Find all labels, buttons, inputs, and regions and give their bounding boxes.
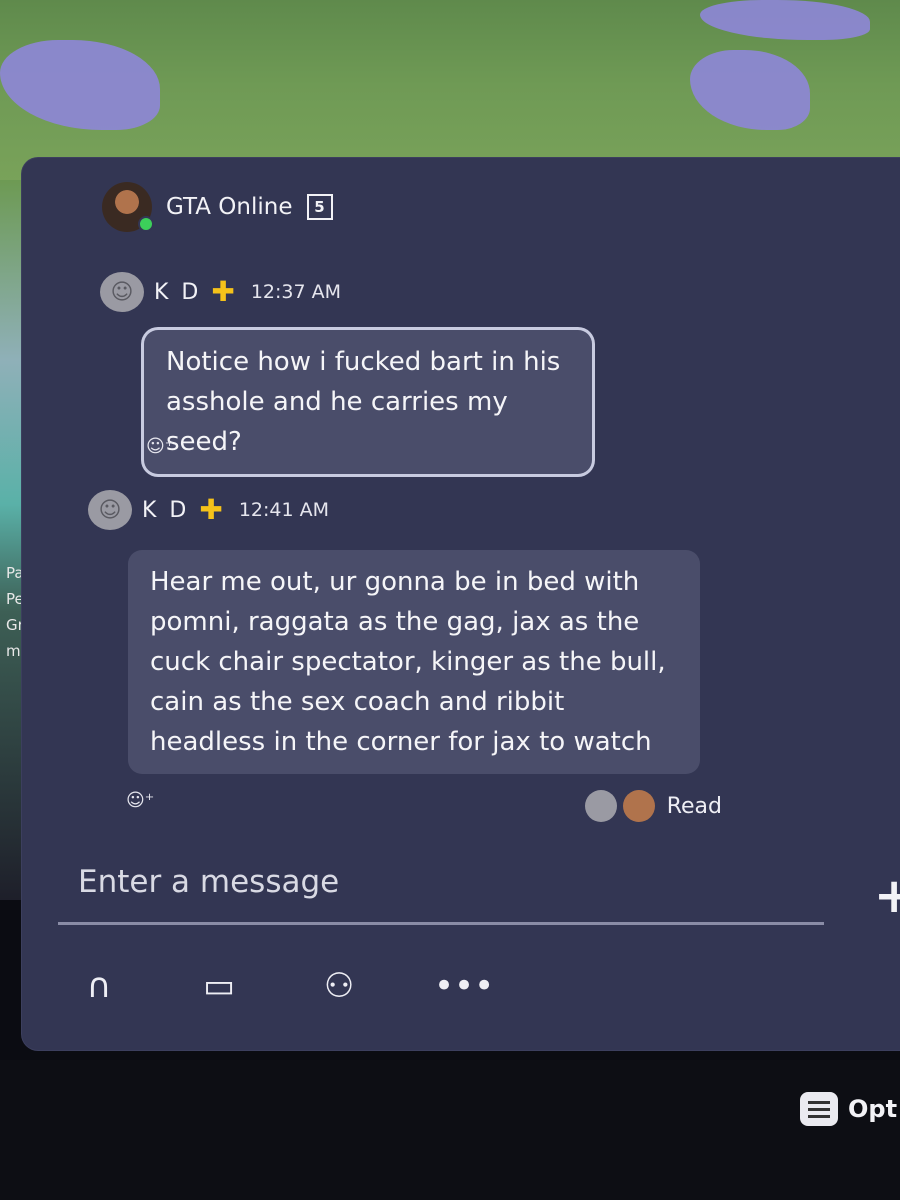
chat-panel: GTA Online 5 ☺ K D ✚ 12:37 AM Notice how… <box>22 158 900 1050</box>
message-input[interactable] <box>58 858 824 906</box>
options-button-icon <box>800 1092 838 1126</box>
message-bubble-wrap: Notice how i fucked bart in his asshole … <box>144 330 592 474</box>
more-icon[interactable]: ••• <box>434 966 494 1006</box>
group-title[interactable]: GTA Online <box>166 194 293 220</box>
message-time: 12:41 AM <box>238 499 330 521</box>
user-avatar[interactable]: ☺ <box>88 490 132 530</box>
options-label: Opt <box>848 1095 898 1123</box>
message-header: ☺ K D ✚ 12:41 AM <box>88 490 329 530</box>
read-label: Read <box>666 793 722 819</box>
chat-toolbar: ∩ ▭ ⚇ ••• <box>74 966 495 1006</box>
chat-message: ☺ K D ✚ 12:41 AM <box>88 490 329 530</box>
attach-button[interactable]: + <box>874 868 900 924</box>
share-screen-icon[interactable]: ▭ <box>194 966 244 1006</box>
user-avatar[interactable]: ☺ <box>100 272 144 312</box>
input-underline <box>58 922 824 925</box>
message-composer <box>58 858 824 925</box>
group-avatar[interactable] <box>102 182 154 232</box>
message-bubble-wrap: Hear me out, ur gonna be in bed with pom… <box>128 550 700 774</box>
chat-header: GTA Online 5 <box>102 182 333 232</box>
add-reaction-icon: ☺⁺ <box>126 790 155 811</box>
message-bubble[interactable]: Notice how i fucked bart in his asshole … <box>144 330 592 474</box>
message-username: K D <box>142 497 190 523</box>
options-hint[interactable]: Opt <box>800 1092 897 1126</box>
chat-message: ☺ K D ✚ 12:37 AM <box>100 272 341 312</box>
reader-avatar <box>584 790 617 822</box>
background-dark-strip <box>0 1060 900 1200</box>
read-receipt[interactable]: Read <box>584 790 722 822</box>
message-username: K D <box>154 279 202 305</box>
online-status-icon <box>138 216 154 232</box>
ps-plus-icon: ✚ <box>199 493 223 526</box>
add-reaction-button[interactable]: ☺⁺ <box>126 790 154 811</box>
party-members-icon[interactable]: ⚇ <box>314 966 364 1006</box>
add-reaction-icon: ☺⁺ <box>146 436 175 457</box>
message-bubble[interactable]: Hear me out, ur gonna be in bed with pom… <box>128 550 700 774</box>
message-header: ☺ K D ✚ 12:37 AM <box>100 272 341 312</box>
member-count-badge[interactable]: 5 <box>306 194 333 220</box>
reader-avatar <box>622 790 655 822</box>
ps-plus-icon: ✚ <box>211 275 235 308</box>
add-reaction-button[interactable]: ☺⁺ <box>146 436 174 457</box>
headset-icon[interactable]: ∩ <box>74 966 124 1006</box>
message-time: 12:37 AM <box>250 281 342 303</box>
